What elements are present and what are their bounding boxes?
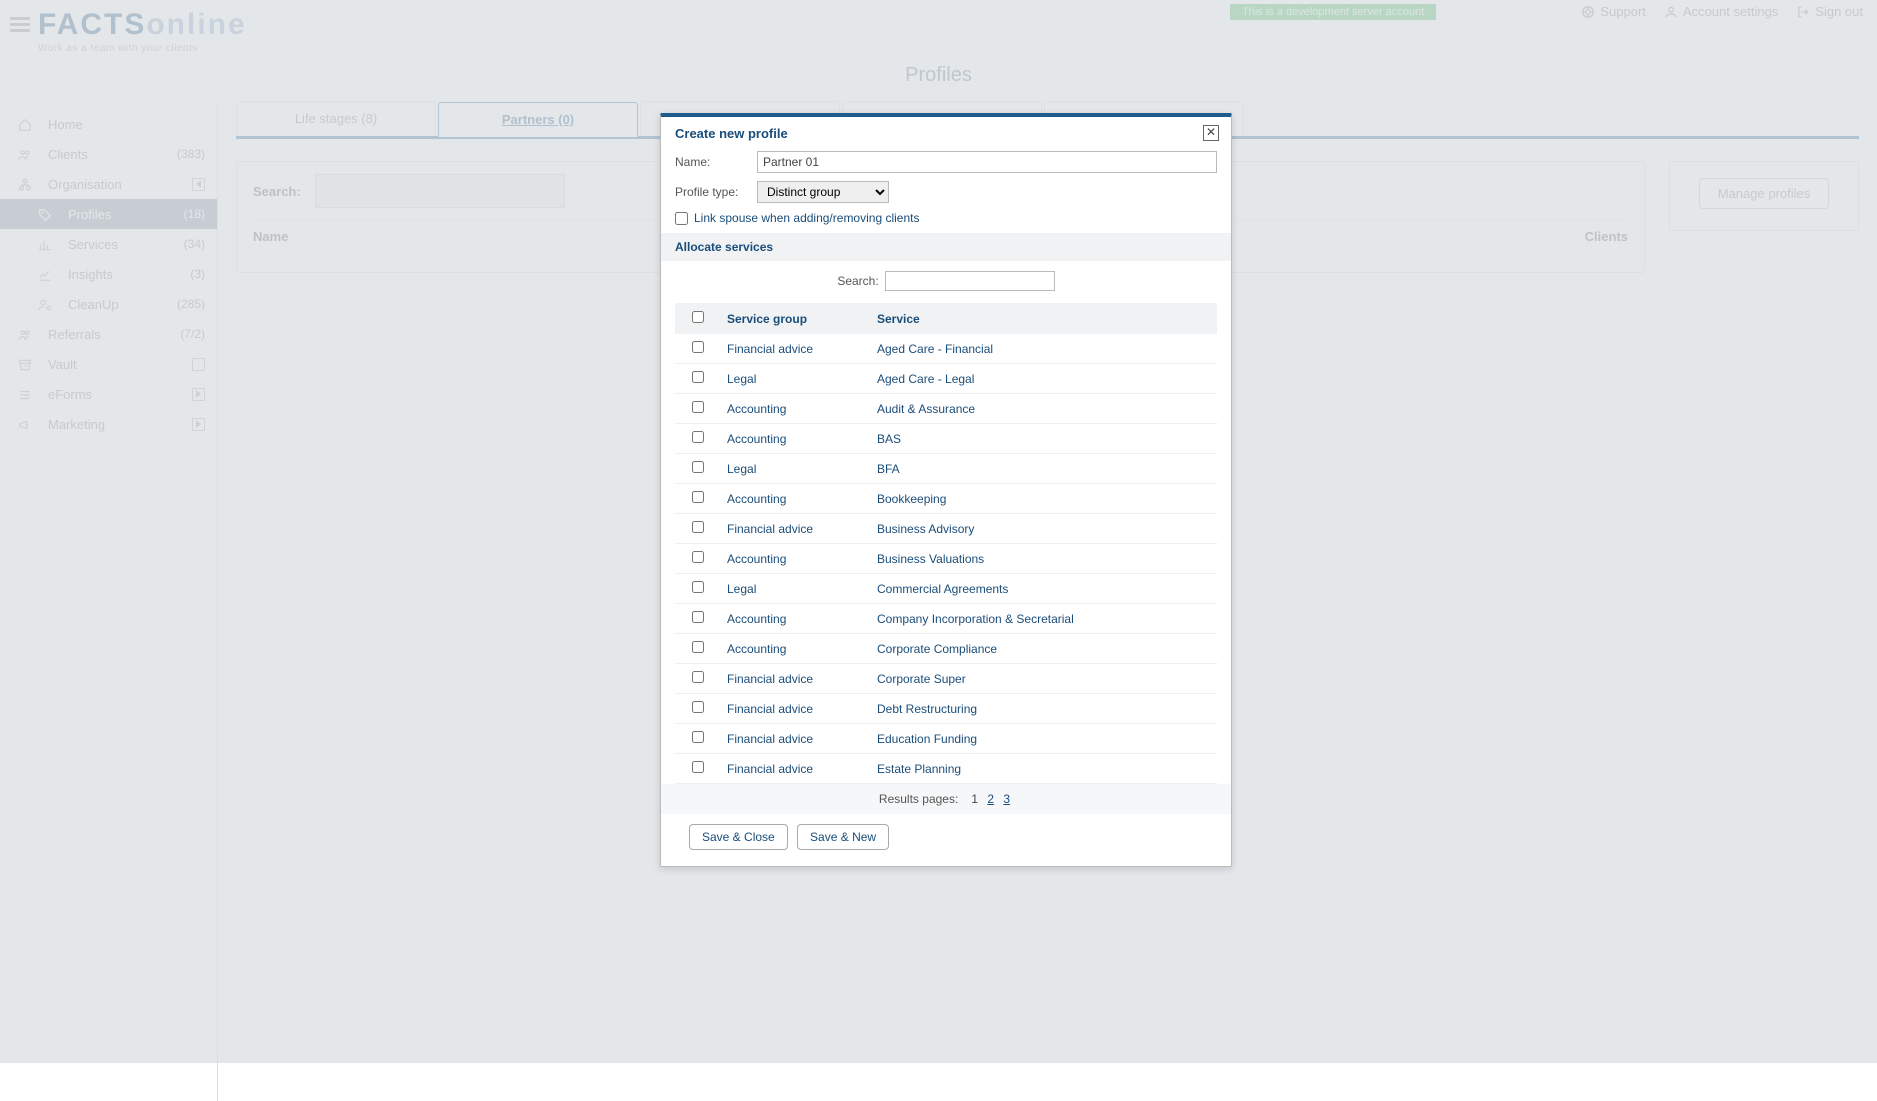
service-checkbox[interactable] [692, 491, 704, 503]
service-row: Financial adviceDebt Restructuring [675, 694, 1217, 724]
service-row: Financial adviceEstate Planning [675, 754, 1217, 784]
service-group[interactable]: Financial advice [721, 754, 871, 784]
create-profile-dialog: Create new profile ✕ Name: Profile type:… [660, 113, 1232, 867]
service-name[interactable]: Estate Planning [871, 754, 1217, 784]
service-checkbox[interactable] [692, 431, 704, 443]
service-name[interactable]: Business Advisory [871, 514, 1217, 544]
service-group[interactable]: Accounting [721, 604, 871, 634]
service-name[interactable]: Business Valuations [871, 544, 1217, 574]
service-row: LegalAged Care - Legal [675, 364, 1217, 394]
service-name[interactable]: Corporate Compliance [871, 634, 1217, 664]
service-name[interactable]: Aged Care - Financial [871, 334, 1217, 364]
service-row: AccountingBAS [675, 424, 1217, 454]
service-row: LegalBFA [675, 454, 1217, 484]
select-all-checkbox[interactable] [692, 311, 704, 323]
service-row: AccountingCorporate Compliance [675, 634, 1217, 664]
service-name[interactable]: Company Incorporation & Secretarial [871, 604, 1217, 634]
allocate-services-header: Allocate services [661, 233, 1231, 261]
service-group[interactable]: Accounting [721, 544, 871, 574]
service-group[interactable]: Financial advice [721, 514, 871, 544]
service-group[interactable]: Financial advice [721, 694, 871, 724]
service-checkbox[interactable] [692, 581, 704, 593]
close-icon[interactable]: ✕ [1203, 125, 1219, 141]
service-name[interactable]: Audit & Assurance [871, 394, 1217, 424]
service-group[interactable]: Legal [721, 454, 871, 484]
service-row: AccountingBookkeeping [675, 484, 1217, 514]
service-checkbox[interactable] [692, 611, 704, 623]
service-group[interactable]: Financial advice [721, 724, 871, 754]
name-label: Name: [675, 155, 757, 169]
link-spouse-label: Link spouse when adding/removing clients [694, 211, 919, 225]
service-name[interactable]: Corporate Super [871, 664, 1217, 694]
service-name[interactable]: BAS [871, 424, 1217, 454]
service-group[interactable]: Accounting [721, 424, 871, 454]
service-checkbox[interactable] [692, 761, 704, 773]
services-table: Service group Service Financial adviceAg… [675, 303, 1217, 784]
profile-type-label: Profile type: [675, 185, 757, 199]
service-group[interactable]: Legal [721, 574, 871, 604]
service-checkbox[interactable] [692, 461, 704, 473]
results-pager: Results pages: 1 2 3 [661, 784, 1231, 814]
page-2[interactable]: 2 [987, 792, 994, 806]
service-name[interactable]: Commercial Agreements [871, 574, 1217, 604]
service-checkbox[interactable] [692, 701, 704, 713]
service-name[interactable]: Bookkeeping [871, 484, 1217, 514]
column-service[interactable]: Service [871, 303, 1217, 334]
profile-type-select[interactable]: Distinct group [757, 181, 889, 203]
service-row: LegalCommercial Agreements [675, 574, 1217, 604]
service-row: AccountingCompany Incorporation & Secret… [675, 604, 1217, 634]
service-checkbox[interactable] [692, 731, 704, 743]
service-row: Financial adviceCorporate Super [675, 664, 1217, 694]
service-checkbox[interactable] [692, 521, 704, 533]
service-group[interactable]: Financial advice [721, 664, 871, 694]
service-row: Financial adviceAged Care - Financial [675, 334, 1217, 364]
service-group[interactable]: Accounting [721, 484, 871, 514]
service-checkbox[interactable] [692, 671, 704, 683]
service-row: AccountingBusiness Valuations [675, 544, 1217, 574]
service-row: Financial adviceEducation Funding [675, 724, 1217, 754]
pager-label: Results pages: [879, 792, 958, 806]
page-1[interactable]: 1 [971, 792, 978, 806]
service-checkbox[interactable] [692, 401, 704, 413]
column-service-group[interactable]: Service group [721, 303, 871, 334]
service-name[interactable]: Education Funding [871, 724, 1217, 754]
service-name[interactable]: Debt Restructuring [871, 694, 1217, 724]
save-close-button[interactable]: Save & Close [689, 824, 788, 850]
service-row: AccountingAudit & Assurance [675, 394, 1217, 424]
services-search-input[interactable] [885, 271, 1055, 291]
name-input[interactable] [757, 151, 1217, 173]
service-row: Financial adviceBusiness Advisory [675, 514, 1217, 544]
service-group[interactable]: Accounting [721, 394, 871, 424]
service-checkbox[interactable] [692, 341, 704, 353]
service-name[interactable]: Aged Care - Legal [871, 364, 1217, 394]
page-3[interactable]: 3 [1003, 792, 1010, 806]
service-checkbox[interactable] [692, 641, 704, 653]
service-group[interactable]: Financial advice [721, 334, 871, 364]
service-name[interactable]: BFA [871, 454, 1217, 484]
service-checkbox[interactable] [692, 551, 704, 563]
link-spouse-checkbox[interactable] [675, 212, 688, 225]
save-new-button[interactable]: Save & New [797, 824, 889, 850]
service-group[interactable]: Accounting [721, 634, 871, 664]
service-group[interactable]: Legal [721, 364, 871, 394]
dialog-title: Create new profile [675, 126, 788, 141]
service-checkbox[interactable] [692, 371, 704, 383]
services-search-label: Search: [837, 274, 878, 288]
